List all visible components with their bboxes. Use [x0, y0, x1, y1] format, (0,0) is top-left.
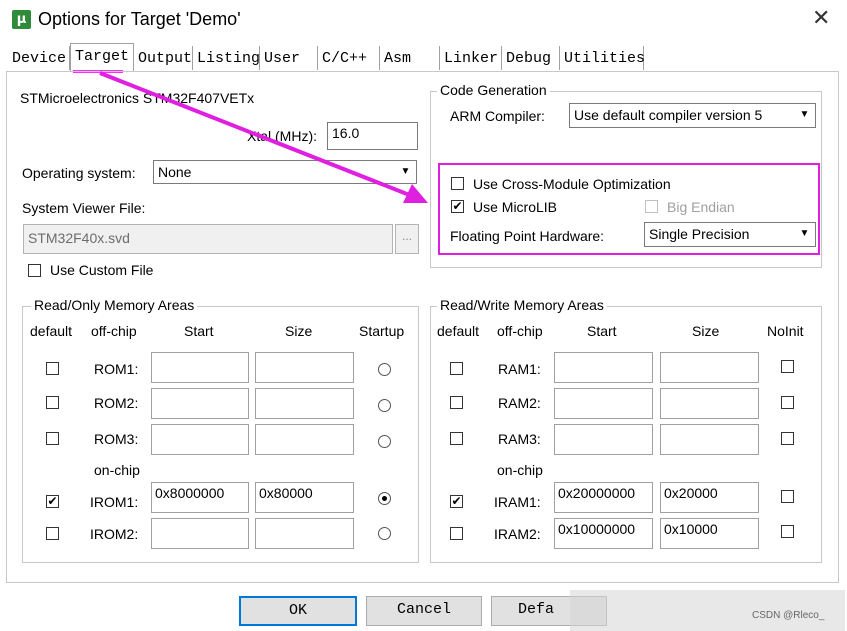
irom1-label: IROM1:: [90, 494, 139, 510]
irom1-size-input[interactable]: 0x80000: [255, 482, 354, 513]
ro-header-default: default: [30, 323, 73, 339]
ram2-label: RAM2:: [498, 395, 541, 411]
cancel-button[interactable]: Cancel: [366, 596, 482, 626]
ram3-start-input[interactable]: [554, 424, 653, 455]
rom1-label: ROM1:: [94, 361, 139, 377]
ro-header-startup: Startup: [359, 323, 405, 339]
rom2-label: ROM2:: [94, 395, 139, 411]
rw-header-noinit: NoInit: [767, 323, 804, 339]
ram1-default-checkbox[interactable]: [450, 362, 463, 375]
ram3-size-input[interactable]: [660, 424, 759, 455]
iram2-label: IRAM2:: [494, 526, 541, 542]
ram1-label: RAM1:: [498, 361, 541, 377]
watermark: CSDN @Rleco_: [752, 610, 825, 621]
ro-header-start: Start: [184, 323, 214, 339]
iram1-noinit-checkbox[interactable]: [781, 490, 794, 503]
rom2-startup-radio[interactable]: [378, 399, 391, 412]
ram1-noinit-checkbox[interactable]: [781, 360, 794, 373]
iram1-size-input[interactable]: 0x20000: [660, 482, 759, 513]
ro-onchip-label: on-chip: [94, 462, 140, 478]
irom2-default-checkbox[interactable]: [46, 527, 59, 540]
ram3-label: RAM3:: [498, 431, 541, 447]
rom3-default-checkbox[interactable]: [46, 432, 59, 445]
ram3-noinit-checkbox[interactable]: [781, 432, 794, 445]
rw-header-size: Size: [692, 323, 720, 339]
iram1-label: IRAM1:: [494, 494, 541, 510]
ram1-start-input[interactable]: [554, 352, 653, 383]
irom1-default-checkbox[interactable]: ✔: [46, 495, 59, 508]
rom2-size-input[interactable]: [255, 388, 354, 419]
ok-button[interactable]: OK: [239, 596, 357, 626]
irom2-size-input[interactable]: [255, 518, 354, 549]
irom1-start-input[interactable]: 0x8000000: [151, 482, 249, 513]
iram1-default-checkbox[interactable]: ✔: [450, 495, 463, 508]
ram3-default-checkbox[interactable]: [450, 432, 463, 445]
rw-header-start: Start: [587, 323, 617, 339]
irom2-start-input[interactable]: [151, 518, 249, 549]
ram2-size-input[interactable]: [660, 388, 759, 419]
iram2-default-checkbox[interactable]: [450, 527, 463, 540]
rw-onchip-label: on-chip: [497, 462, 543, 478]
irom2-startup-radio[interactable]: [378, 527, 391, 540]
ram2-noinit-checkbox[interactable]: [781, 396, 794, 409]
iram2-noinit-checkbox[interactable]: [781, 525, 794, 538]
rom1-startup-radio[interactable]: [378, 363, 391, 376]
rom1-start-input[interactable]: [151, 352, 249, 383]
rom3-size-input[interactable]: [255, 424, 354, 455]
iram2-size-input[interactable]: 0x10000: [660, 518, 759, 549]
rom3-label: ROM3:: [94, 431, 139, 447]
rom3-start-input[interactable]: [151, 424, 249, 455]
rom1-default-checkbox[interactable]: [46, 362, 59, 375]
rw-memory-title: Read/Write Memory Areas: [437, 297, 607, 313]
rw-header-default: default: [437, 323, 480, 339]
ro-header-size: Size: [285, 323, 313, 339]
rw-header-offchip: off-chip: [497, 323, 543, 339]
ro-memory-title: Read/Only Memory Areas: [31, 297, 198, 313]
rom3-startup-radio[interactable]: [378, 435, 391, 448]
ram2-default-checkbox[interactable]: [450, 396, 463, 409]
iram1-start-input[interactable]: 0x20000000: [554, 482, 653, 513]
rom2-start-input[interactable]: [151, 388, 249, 419]
ram2-start-input[interactable]: [554, 388, 653, 419]
rom1-size-input[interactable]: [255, 352, 354, 383]
ro-header-offchip: off-chip: [91, 323, 137, 339]
rom2-default-checkbox[interactable]: [46, 396, 59, 409]
irom2-label: IROM2:: [90, 526, 139, 542]
irom1-startup-radio[interactable]: [378, 492, 391, 505]
iram2-start-input[interactable]: 0x10000000: [554, 518, 653, 549]
ram1-size-input[interactable]: [660, 352, 759, 383]
